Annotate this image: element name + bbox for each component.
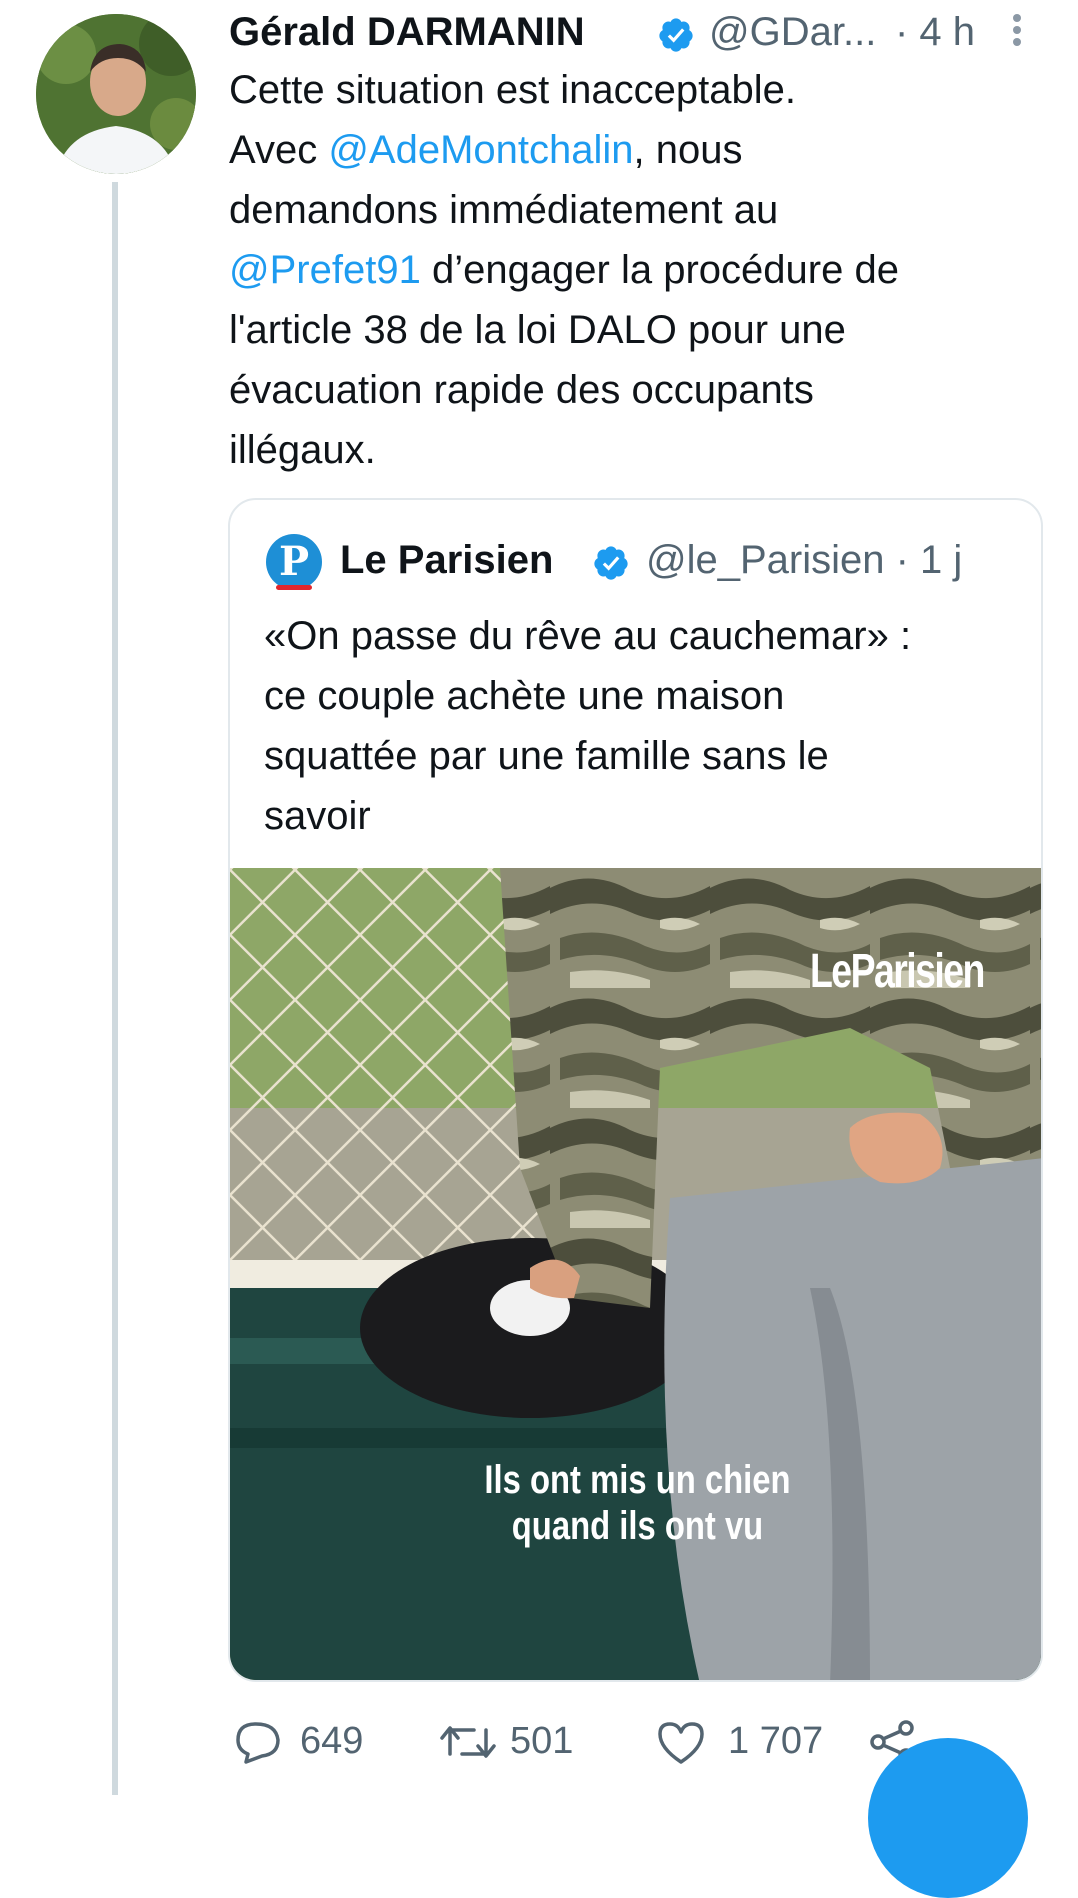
- text-fragment: , nous: [633, 128, 743, 172]
- quoted-line: «On passe du rêve au cauchemar» :: [264, 614, 912, 658]
- logo-letter: P: [278, 538, 310, 585]
- verified-badge-icon: [594, 546, 628, 580]
- tweet-text: Cette situation est inacceptable. Avec @…: [229, 60, 1019, 480]
- tweet-header: Gérald DARMANIN @GDar... · 4 h: [229, 4, 1029, 60]
- like-count: 1 707: [728, 1720, 824, 1762]
- quoted-tweet[interactable]: P Le Parisien @le_Parisien · 1 j «On pas…: [228, 498, 1043, 1682]
- more-options-icon[interactable]: [1007, 10, 1027, 50]
- quoted-line: savoir: [264, 794, 371, 838]
- thread-line: [112, 182, 118, 1795]
- video-caption-line: Ils ont mis un chien: [484, 1458, 791, 1502]
- quoted-author-name[interactable]: Le Parisien: [340, 538, 553, 583]
- quoted-avatar[interactable]: P: [266, 534, 322, 590]
- tweet-line: Avec @AdeMontchalin, nous: [229, 120, 1019, 180]
- tweet-time[interactable]: · 4 h: [895, 10, 975, 55]
- mention-link[interactable]: @Prefet91: [229, 248, 421, 292]
- like-icon: [658, 1722, 704, 1764]
- author-handle[interactable]: @GDar...: [709, 10, 876, 55]
- retweet-button[interactable]: 501: [440, 1716, 580, 1766]
- retweet-icon: [440, 1726, 496, 1758]
- tweet-line: demandons immédiatement au: [229, 188, 779, 232]
- tweet-line: évacuation rapide des occupants: [229, 368, 814, 412]
- quoted-tweet-text: «On passe du rêve au cauchemar» : ce cou…: [264, 606, 1004, 846]
- tweet-line: Cette situation est inacceptable.: [229, 68, 797, 112]
- tweet-line: @Prefet91 d’engager la procédure de: [229, 240, 1019, 300]
- reply-count: 649: [300, 1720, 364, 1762]
- author-avatar[interactable]: [36, 14, 196, 174]
- quoted-tweet-header: P Le Parisien @le_Parisien · 1 j: [266, 534, 1026, 590]
- like-button[interactable]: 1 707: [656, 1716, 856, 1766]
- reply-button[interactable]: 649: [234, 1716, 364, 1766]
- compose-button[interactable]: [868, 1738, 1028, 1898]
- verified-badge-icon: [659, 18, 693, 52]
- video-caption-line: quand ils ont vu: [511, 1504, 764, 1548]
- author-name[interactable]: Gérald DARMANIN: [229, 10, 585, 55]
- quoted-author-handle[interactable]: @le_Parisien · 1 j: [646, 538, 962, 583]
- video-thumbnail[interactable]: LeParisien Ils ont mis un chien quand il…: [230, 868, 1041, 1680]
- reply-icon: [236, 1722, 280, 1764]
- text-fragment: d’engager la procédure de: [420, 248, 899, 292]
- logo-stripe: [276, 585, 312, 590]
- mention-link[interactable]: @AdeMontchalin: [328, 128, 633, 172]
- retweet-count: 501: [510, 1720, 574, 1762]
- video-watermark: LeParisien: [810, 945, 985, 998]
- quoted-line: ce couple achète une maison: [264, 674, 785, 718]
- text-fragment: Avec: [229, 128, 329, 172]
- tweet-line: illégaux.: [229, 428, 376, 472]
- tweet-line: l'article 38 de la loi DALO pour une: [229, 308, 846, 352]
- quoted-line: squattée par une famille sans le: [264, 734, 829, 778]
